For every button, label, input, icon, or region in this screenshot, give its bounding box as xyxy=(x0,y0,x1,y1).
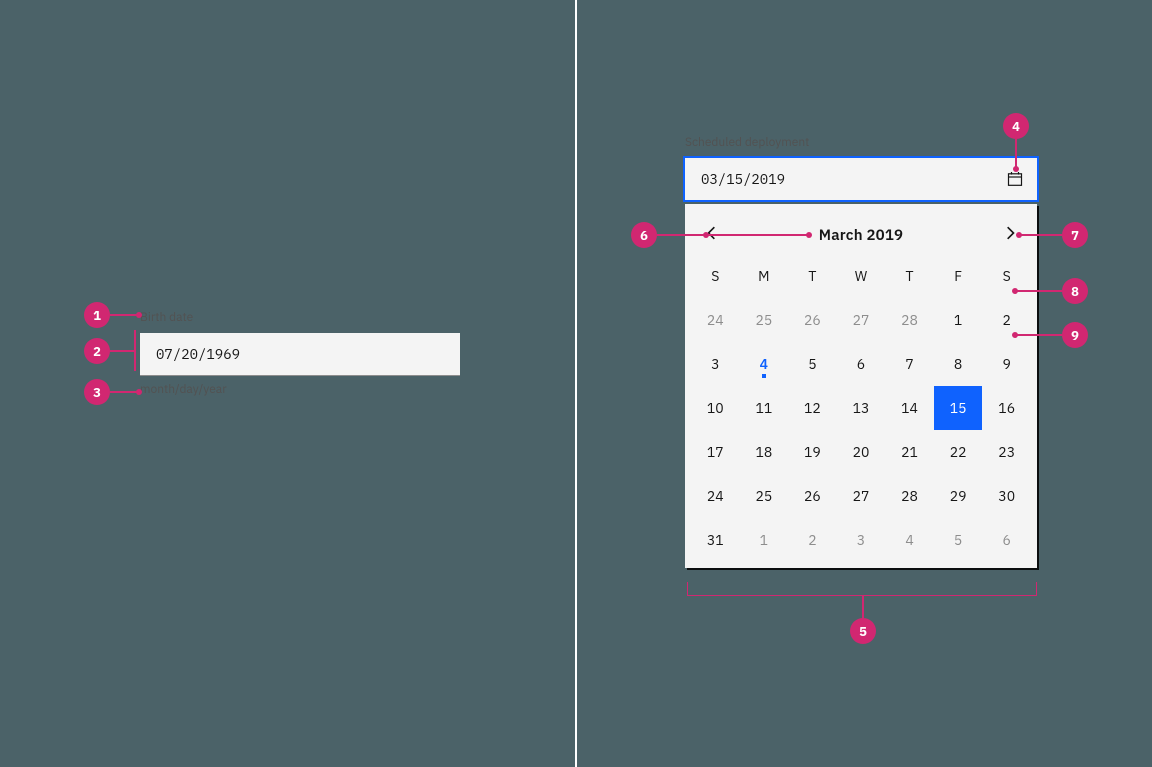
calendar-date-panel: Scheduled deployment 03/15/2019 March 20… xyxy=(685,135,1037,568)
day-cell[interactable]: 3 xyxy=(691,342,740,386)
weekday-cell: T xyxy=(788,254,837,298)
days-grid: 2425262728123456789101112131415161718192… xyxy=(691,298,1031,562)
day-cell[interactable]: 27 xyxy=(837,474,886,518)
day-cell[interactable]: 23 xyxy=(982,430,1031,474)
annotation-dot xyxy=(136,389,142,395)
day-cell[interactable]: 25 xyxy=(740,474,789,518)
annotation-dot xyxy=(703,232,709,238)
weekday-cell: M xyxy=(740,254,789,298)
day-cell[interactable]: 7 xyxy=(885,342,934,386)
annotation-bracket xyxy=(687,582,1037,596)
annotation-connector xyxy=(1017,290,1062,292)
annotation-pin-4: 4 xyxy=(1003,113,1029,139)
day-cell[interactable]: 28 xyxy=(885,474,934,518)
day-cell[interactable]: 5 xyxy=(788,342,837,386)
vertical-divider xyxy=(575,0,577,767)
day-cell[interactable]: 16 xyxy=(982,386,1031,430)
annotation-connector xyxy=(110,350,134,352)
day-cell[interactable]: 10 xyxy=(691,386,740,430)
day-cell[interactable]: 8 xyxy=(934,342,983,386)
annotation-connector xyxy=(657,234,807,236)
day-cell[interactable]: 31 xyxy=(691,518,740,562)
annotation-pin-3: 3 xyxy=(84,379,110,405)
day-cell[interactable]: 13 xyxy=(837,386,886,430)
day-cell[interactable]: 26 xyxy=(788,474,837,518)
date-input[interactable]: 07/20/1969 xyxy=(140,333,460,376)
helper-text: month/day/year xyxy=(140,382,470,397)
date-input-open[interactable]: 03/15/2019 xyxy=(685,158,1037,200)
calendar-header: March 2019 xyxy=(691,210,1031,254)
day-cell[interactable]: 12 xyxy=(788,386,837,430)
day-cell[interactable]: 28 xyxy=(885,298,934,342)
day-cell[interactable]: 18 xyxy=(740,430,789,474)
annotation-pin-5: 5 xyxy=(850,618,876,644)
annotation-connector xyxy=(862,596,864,620)
month-year-label[interactable]: March 2019 xyxy=(819,226,904,245)
calendar-popup: March 2019 SMTWTFS 242526272812345678910… xyxy=(685,204,1037,568)
day-cell[interactable]: 11 xyxy=(740,386,789,430)
annotation-pin-8: 8 xyxy=(1062,278,1088,304)
annotation-connector xyxy=(1021,234,1062,236)
day-cell[interactable]: 25 xyxy=(740,298,789,342)
annotation-dot xyxy=(136,312,142,318)
day-cell-selected[interactable]: 15 xyxy=(934,386,983,430)
day-cell[interactable]: 6 xyxy=(982,518,1031,562)
annotation-pin-7: 7 xyxy=(1062,222,1088,248)
annotation-dot xyxy=(1016,232,1022,238)
weekday-row: SMTWTFS xyxy=(691,254,1031,298)
annotation-pin-6: 6 xyxy=(631,222,657,248)
annotation-connector xyxy=(1015,139,1017,167)
weekday-cell: F xyxy=(934,254,983,298)
day-cell[interactable]: 22 xyxy=(934,430,983,474)
day-cell[interactable]: 1 xyxy=(740,518,789,562)
annotation-connector xyxy=(1017,334,1062,336)
day-cell[interactable]: 30 xyxy=(982,474,1031,518)
annotation-pin-9: 9 xyxy=(1062,322,1088,348)
day-cell[interactable]: 2 xyxy=(788,518,837,562)
day-cell[interactable]: 29 xyxy=(934,474,983,518)
calendar-icon[interactable] xyxy=(1007,171,1023,187)
annotation-bracket xyxy=(134,330,136,371)
annotation-dot xyxy=(1013,166,1019,172)
chevron-right-icon xyxy=(1005,225,1015,245)
day-cell[interactable]: 5 xyxy=(934,518,983,562)
field-label: Scheduled deployment xyxy=(685,135,1037,150)
weekday-cell: W xyxy=(837,254,886,298)
day-cell[interactable]: 4 xyxy=(885,518,934,562)
annotation-pin-1: 1 xyxy=(84,302,110,328)
annotation-connector xyxy=(110,391,137,393)
day-cell[interactable]: 17 xyxy=(691,430,740,474)
day-cell[interactable]: 20 xyxy=(837,430,886,474)
simple-date-panel: Birth date 07/20/1969 month/day/year xyxy=(140,310,470,397)
day-cell[interactable]: 24 xyxy=(691,298,740,342)
date-input-value: 03/15/2019 xyxy=(701,170,785,188)
day-cell[interactable]: 21 xyxy=(885,430,934,474)
day-cell[interactable]: 9 xyxy=(982,342,1031,386)
annotation-dot xyxy=(1012,288,1018,294)
annotation-dot xyxy=(806,232,812,238)
annotation-connector xyxy=(110,314,137,316)
day-cell[interactable]: 24 xyxy=(691,474,740,518)
annotation-dot xyxy=(1012,332,1018,338)
weekday-cell: T xyxy=(885,254,934,298)
day-cell[interactable]: 26 xyxy=(788,298,837,342)
day-cell[interactable]: 27 xyxy=(837,298,886,342)
day-cell[interactable]: 1 xyxy=(934,298,983,342)
day-cell[interactable]: 19 xyxy=(788,430,837,474)
day-cell[interactable]: 6 xyxy=(837,342,886,386)
annotation-pin-2: 2 xyxy=(84,338,110,364)
day-cell[interactable]: 3 xyxy=(837,518,886,562)
field-label: Birth date xyxy=(140,310,470,325)
day-cell[interactable]: 14 xyxy=(885,386,934,430)
day-cell-today[interactable]: 4 xyxy=(740,342,789,386)
weekday-cell: S xyxy=(691,254,740,298)
